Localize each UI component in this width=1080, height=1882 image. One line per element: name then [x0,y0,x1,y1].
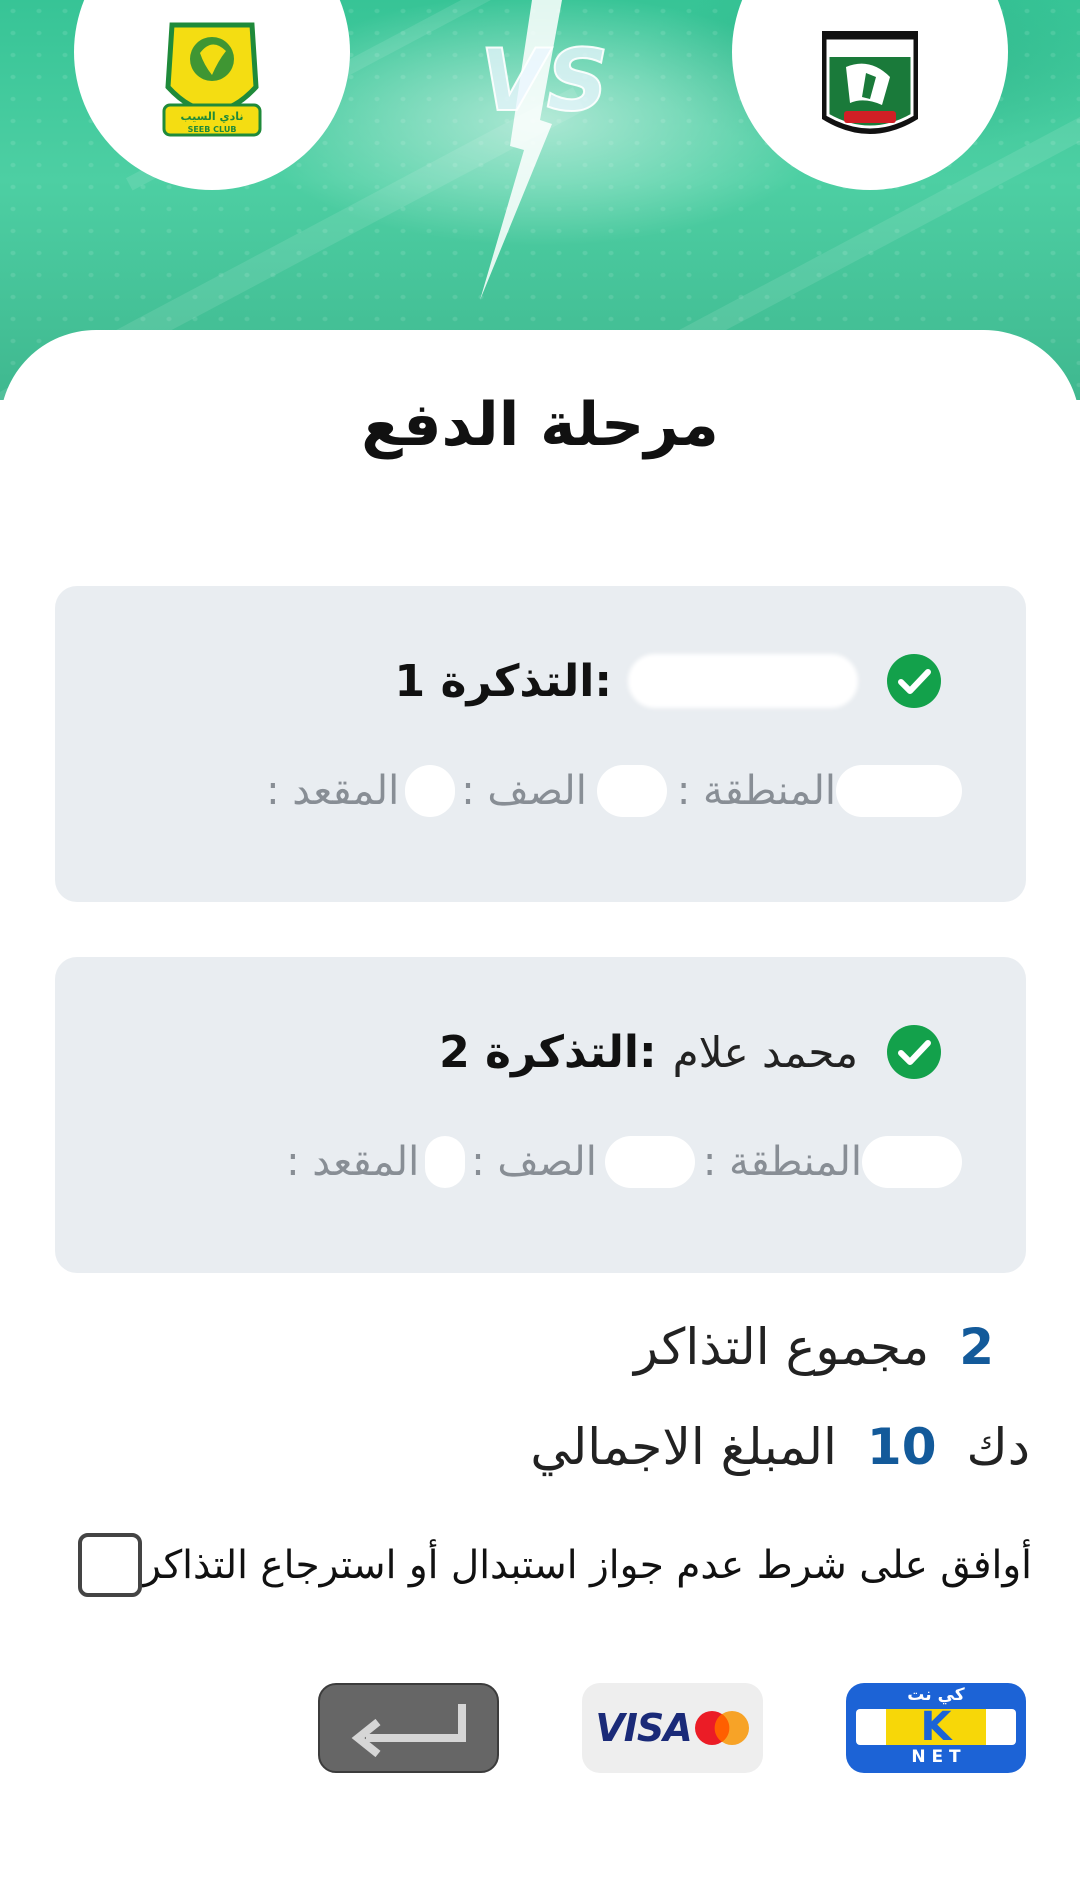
zone-label: المنطقة : [702,1139,862,1185]
ticket-header: التذكرة 1 : [395,646,970,716]
ticket-colon: : [638,1026,657,1078]
seat-label: المقعد : [266,768,400,814]
page-title: مرحلة الدفع [361,390,719,460]
al-arabi-crest-icon [822,31,918,134]
back-button[interactable] [318,1683,499,1773]
visa-mastercard-pay-button[interactable]: VISA [582,1683,763,1773]
svg-text:VS: VS [480,31,609,131]
ticket-seat-info: المقعد : الصف : المنطقة : [266,761,970,821]
knet-k-letter: K [920,1704,952,1750]
redacted-row [596,765,667,817]
vs-icon: VS [479,0,610,300]
ticket-label: التذكرة 1 [394,655,595,707]
ticket-header: التذكرة 2 : محمد علام [439,1017,970,1087]
row-label: الصف : [471,1139,597,1185]
tickets-count-label: مجموع التذاكر [633,1318,930,1376]
redacted-row [604,1136,695,1188]
svg-text:نادي السيب: نادي السيب [180,110,243,123]
svg-text:SEEB CLUB: SEEB CLUB [188,125,237,134]
knet-logo: كي نت K N E T [846,1683,1026,1773]
terms-checkbox[interactable] [78,1533,143,1597]
tickets-count-row: مجموع التذاكر 2 [634,1318,1024,1376]
knet-arabic-label: كي نت [907,1685,965,1705]
row-label: الصف : [461,768,587,814]
redacted-name [628,654,858,709]
terms-label[interactable]: أوافق على شرط عدم جواز استبدال أو استرجا… [142,1543,1032,1588]
redacted-zone [836,765,962,817]
ticket-card: التذكرة 1 : المقعد : الصف : المنطقة : [55,586,1026,902]
seat-label: المقعد : [286,1139,420,1185]
knet-net-label: N E T [911,1747,961,1767]
total-amount-value: 10 [866,1418,937,1476]
ticket-holder-name: محمد علام [672,1027,858,1077]
knet-pay-button[interactable]: كي نت K N E T [846,1683,1026,1773]
terms-agreement[interactable]: أوافق على شرط عدم جواز استبدال أو استرجا… [78,1530,1036,1600]
tickets-count-value: 2 [959,1318,994,1376]
ticket-label: التذكرة 2 [439,1026,639,1078]
currency-label: دك [966,1418,1030,1476]
ticket-holder-name [628,654,858,709]
total-amount-label: المبلغ الاجمالي [530,1418,837,1476]
total-amount-row: المبلغ الاجمالي 10 دك [530,1418,1030,1476]
zone-label: المنطقة : [676,768,836,814]
ticket-colon: : [594,655,612,707]
redacted-seat [405,765,456,817]
mastercard-icon [694,1711,749,1745]
check-circle-icon [886,1024,942,1080]
redacted-seat [425,1136,466,1188]
ticket-card: التذكرة 2 : محمد علام المقعد : الصف : ال… [55,957,1026,1273]
seeb-club-crest-icon: نادي السيب SEEB CLUB [162,22,262,137]
redacted-zone [862,1136,962,1188]
check-circle-icon [886,653,942,709]
return-arrow-icon [351,1704,466,1758]
visa-logo: VISA [595,1706,692,1750]
versus-mark: VS [470,0,610,300]
ticket-seat-info: المقعد : الصف : المنطقة : [286,1132,970,1192]
